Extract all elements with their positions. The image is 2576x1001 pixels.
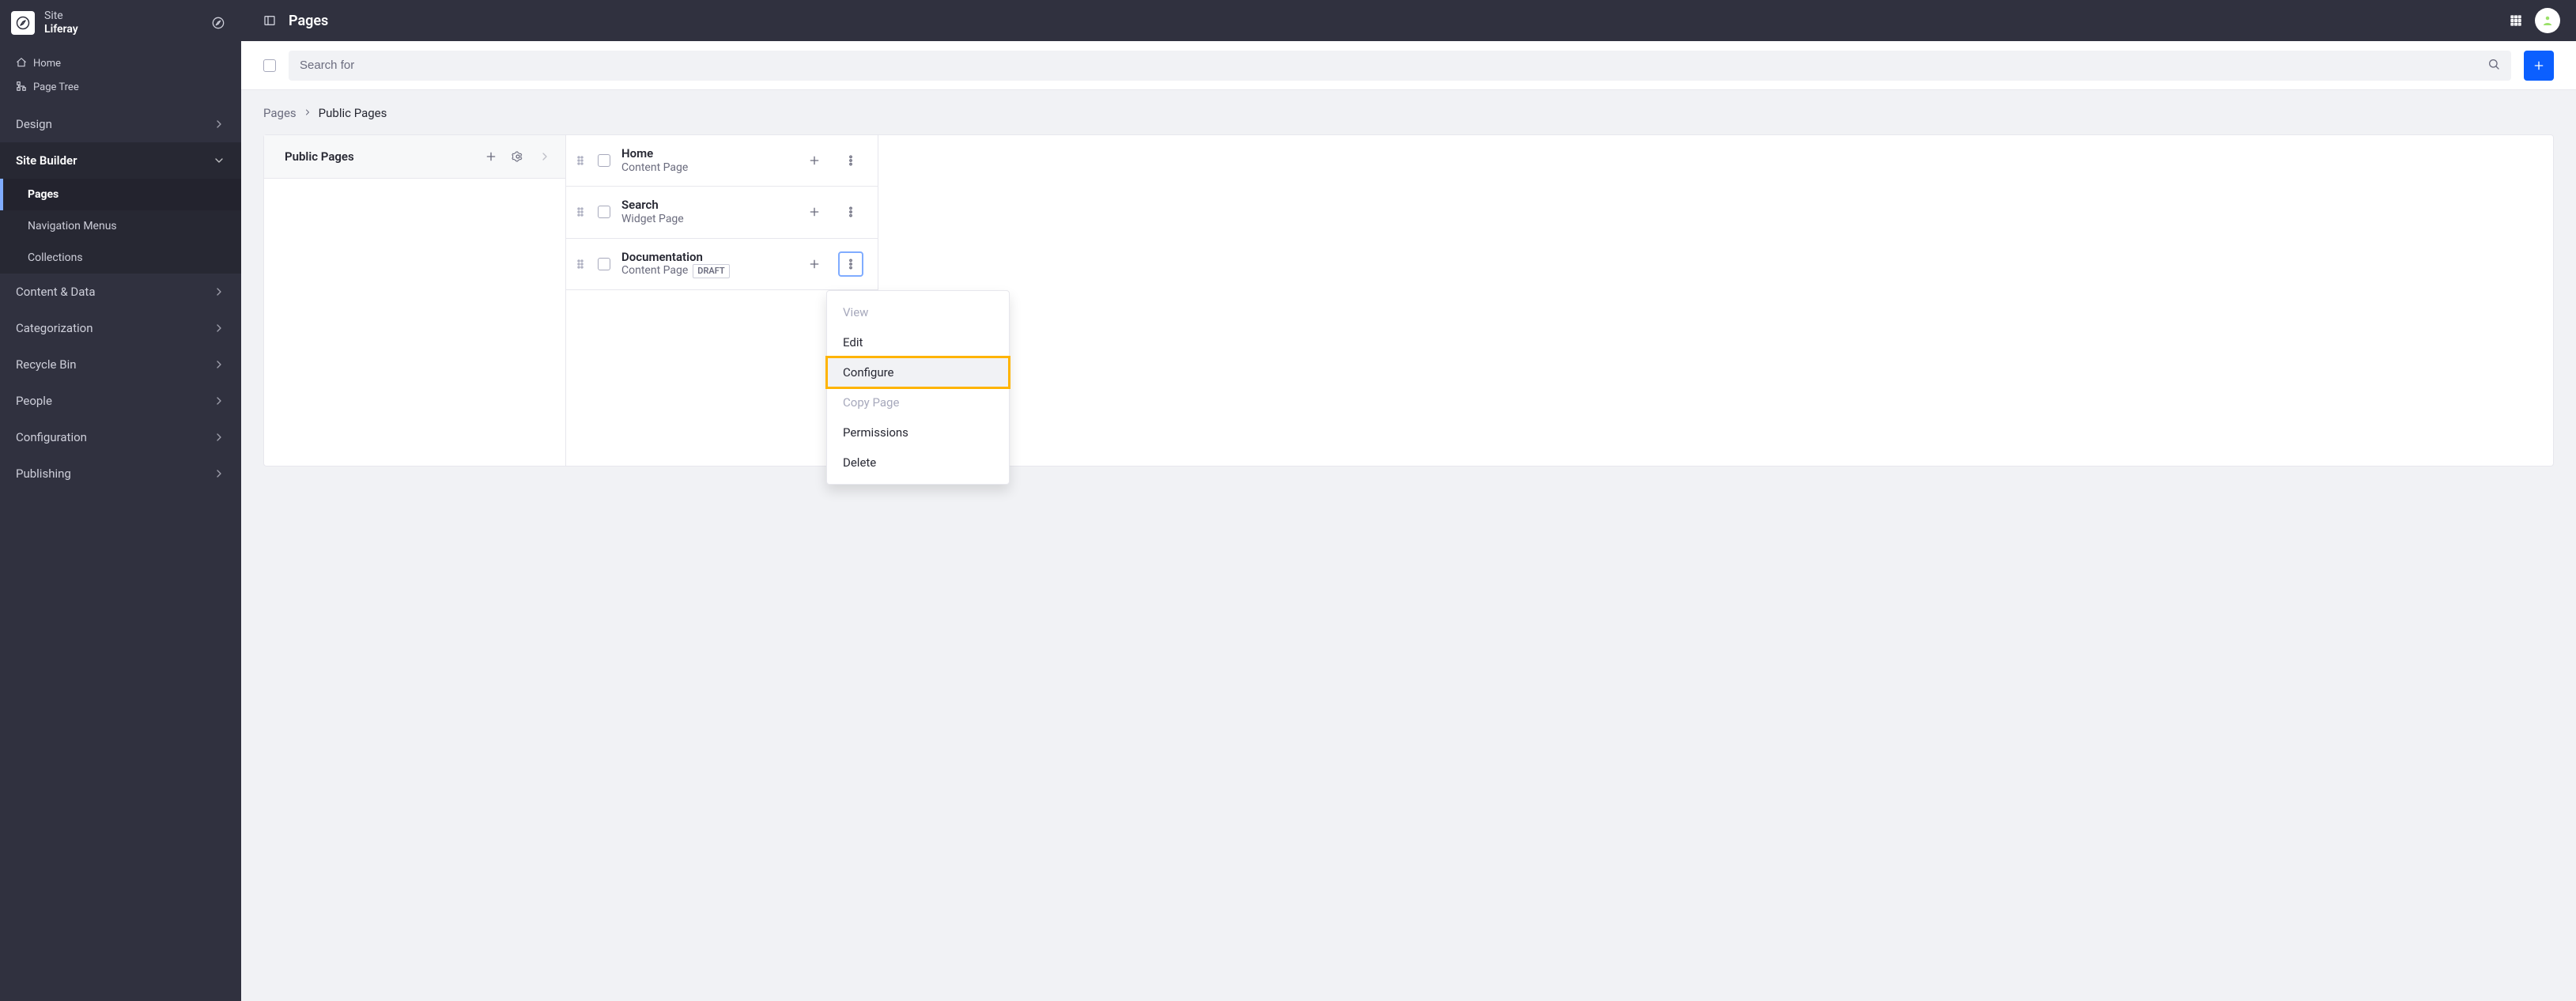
page-type: Content Page DRAFT <box>621 264 791 278</box>
nav-sub-item-navigation-menus[interactable]: Navigation Menus <box>0 210 241 242</box>
compass-button[interactable] <box>206 11 230 35</box>
row-more-button[interactable] <box>838 251 863 277</box>
new-button[interactable] <box>2524 51 2554 81</box>
main: Pages Pages Public <box>241 0 2576 1001</box>
nav-section-label: Configuration <box>16 430 87 444</box>
add-child-button[interactable] <box>802 148 827 173</box>
quick-link-page-tree[interactable]: Page Tree <box>0 76 241 100</box>
drag-handle-icon[interactable] <box>574 206 587 218</box>
drag-handle-icon[interactable] <box>574 258 587 270</box>
column-header: Public Pages <box>264 135 565 179</box>
home-icon <box>16 57 27 71</box>
page-type: Widget Page <box>621 213 791 227</box>
chevron-right-icon <box>213 322 225 334</box>
page-name: Search <box>621 198 791 213</box>
user-avatar[interactable] <box>2535 8 2560 33</box>
chevron-right-icon <box>303 106 312 120</box>
nav-section-configuration[interactable]: Configuration <box>0 419 241 455</box>
page-name: Home <box>621 146 791 161</box>
menu-item-copy-page: Copy Page <box>827 387 1009 417</box>
chevron-right-icon <box>213 431 225 444</box>
row-info: HomeContent Page <box>621 146 791 175</box>
page-row[interactable]: SearchWidget Page <box>566 187 878 238</box>
nav-sub-item-pages[interactable]: Pages <box>0 179 241 210</box>
breadcrumb-current: Public Pages <box>319 106 387 120</box>
site-name: Liferay <box>44 23 197 36</box>
breadcrumb-root[interactable]: Pages <box>263 106 297 120</box>
panel-toggle-icon[interactable] <box>263 14 276 27</box>
topbar: Pages <box>241 0 2576 41</box>
content-area: Pages Public Pages Public Pages HomeC <box>241 90 2576 1001</box>
nav-section-label: Publishing <box>16 467 71 481</box>
quick-link-label: Home <box>33 58 61 70</box>
miller-columns: Public Pages HomeContent Page SearchWidge… <box>263 134 2554 467</box>
menu-item-delete[interactable]: Delete <box>827 448 1009 478</box>
chevron-right-icon <box>213 118 225 130</box>
add-child-button[interactable] <box>802 251 827 277</box>
nav-section-design[interactable]: Design <box>0 106 241 142</box>
page-name: Documentation <box>621 250 791 265</box>
row-checkbox[interactable] <box>598 206 610 218</box>
nav-section-label: Site Builder <box>16 153 77 168</box>
status-badge: DRAFT <box>693 264 729 278</box>
add-page-button[interactable] <box>485 150 497 163</box>
column-primary: Public Pages <box>264 135 566 466</box>
tree-icon <box>16 81 27 95</box>
nav-section-publishing[interactable]: Publishing <box>0 455 241 492</box>
site-header: Site Liferay <box>0 0 241 46</box>
page-title: Pages <box>289 13 2497 29</box>
row-more-button[interactable] <box>838 199 863 225</box>
site-info: Site Liferay <box>44 9 197 36</box>
nav-sub-item-collections[interactable]: Collections <box>0 242 241 274</box>
drag-handle-icon[interactable] <box>574 154 587 167</box>
nav-section-content-data[interactable]: Content & Data <box>0 274 241 310</box>
nav-section-label: Design <box>16 117 52 131</box>
menu-item-view: View <box>827 297 1009 327</box>
configure-button[interactable] <box>512 150 524 163</box>
search-icon <box>2487 58 2500 74</box>
menu-item-permissions[interactable]: Permissions <box>827 417 1009 448</box>
search-field[interactable] <box>289 51 2511 81</box>
page-row[interactable]: DocumentationContent Page DRAFT <box>566 239 878 291</box>
chevron-right-icon <box>213 467 225 480</box>
nav-section-label: Categorization <box>16 321 93 335</box>
nav-section-label: People <box>16 394 52 408</box>
quick-link-home[interactable]: Home <box>0 52 241 76</box>
menu-item-configure[interactable]: Configure <box>827 357 1009 387</box>
nav-section-label: Content & Data <box>16 285 96 299</box>
breadcrumb: Pages Public Pages <box>263 106 2554 120</box>
row-info: DocumentationContent Page DRAFT <box>621 250 791 279</box>
nav-section-people[interactable]: People <box>0 383 241 419</box>
sidebar: Site Liferay Home Page Tree Design Site B… <box>0 0 241 1001</box>
row-info: SearchWidget Page <box>621 198 791 226</box>
chevron-right-icon <box>213 285 225 298</box>
site-label: Site <box>44 9 197 23</box>
add-child-button[interactable] <box>802 199 827 225</box>
page-row[interactable]: HomeContent Page <box>566 135 878 187</box>
select-all-checkbox[interactable] <box>263 59 276 72</box>
chevron-right-icon <box>213 395 225 407</box>
page-type: Content Page <box>621 161 791 176</box>
chevron-right-icon <box>213 358 225 371</box>
apps-icon[interactable] <box>2510 14 2522 27</box>
nav-section-label: Recycle Bin <box>16 357 77 372</box>
quick-link-label: Page Tree <box>33 81 79 93</box>
row-checkbox[interactable] <box>598 258 610 270</box>
column-empty <box>878 135 2553 466</box>
search-input[interactable] <box>300 59 2487 72</box>
site-logo-icon <box>11 11 35 35</box>
chevron-down-icon <box>213 154 225 167</box>
expand-button[interactable] <box>538 150 551 163</box>
context-menu: ViewEditConfigureCopy PagePermissionsDel… <box>826 290 1010 485</box>
row-checkbox[interactable] <box>598 154 610 167</box>
column-title: Public Pages <box>285 149 354 164</box>
row-more-button[interactable] <box>838 148 863 173</box>
nav-section-recycle-bin[interactable]: Recycle Bin <box>0 346 241 383</box>
toolbar <box>241 41 2576 90</box>
nav-section-site-builder[interactable]: Site Builder <box>0 142 241 179</box>
menu-item-edit[interactable]: Edit <box>827 327 1009 357</box>
nav-section-categorization[interactable]: Categorization <box>0 310 241 346</box>
